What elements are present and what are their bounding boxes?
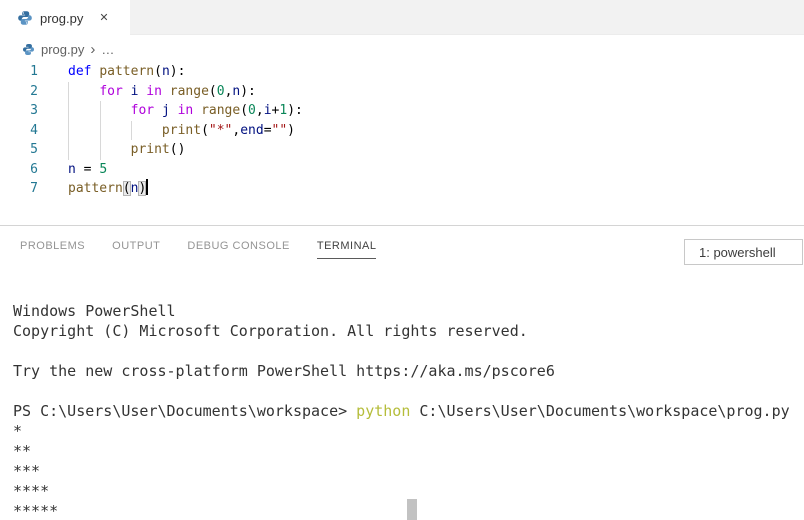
code-line-text: for i in range(0,n): [99, 83, 256, 99]
tab-prog-py[interactable]: prog.py ✕ [0, 0, 130, 36]
terminal-output[interactable]: Windows PowerShell Copyright (C) Microsof… [13, 301, 793, 520]
breadcrumb: prog.py › … [22, 38, 114, 60]
code-line-text: def pattern(n): [68, 64, 186, 79]
terminal-line: PS C:\Users\User\Documents\workspace> py… [13, 402, 790, 420]
code-line[interactable]: 2 for i in range(0,n): [0, 82, 804, 102]
terminal-select-value: 1: powershell [699, 244, 776, 260]
terminal-line: Windows PowerShell [13, 302, 176, 320]
panel-tab-problems[interactable]: PROBLEMS [20, 240, 85, 259]
breadcrumb-file[interactable]: prog.py [41, 42, 84, 57]
breadcrumb-more[interactable]: … [101, 42, 114, 57]
line-number: 6 [30, 161, 38, 177]
indent-guide [131, 120, 132, 140]
panel-tab-output[interactable]: OUTPUT [112, 240, 160, 259]
code-line[interactable]: 3 for j in range(0,i+1): [0, 101, 804, 121]
terminal-line: Copyright (C) Microsoft Corporation. All… [13, 322, 528, 340]
terminal-line: ***** [13, 502, 59, 520]
line-number: 5 [30, 142, 38, 157]
text-cursor [146, 179, 149, 195]
code-editor[interactable]: 1 def pattern(n): 2 for i in range(0,n): 3 … [0, 62, 804, 225]
terminal-line: * [13, 422, 23, 440]
line-number: 7 [30, 181, 38, 196]
code-line-text: print() [130, 142, 186, 157]
code-line-text: print("*",end="") [161, 122, 295, 138]
line-number: 4 [30, 122, 38, 138]
code-line[interactable]: 1 def pattern(n): [0, 62, 804, 82]
code-line[interactable]: 4 print("*",end="") [0, 121, 804, 141]
code-line-text: pattern(n) [68, 179, 149, 196]
indent-guide [100, 101, 101, 160]
code-line-text: for j in range(0,i+1): [130, 103, 303, 118]
editor-tab-bar: prog.py ✕ [0, 0, 804, 36]
close-icon[interactable]: ✕ [99, 12, 108, 24]
panel-tab-debug-console[interactable]: DEBUG CONSOLE [187, 240, 289, 259]
terminal-line: Try the new cross-platform PowerShell ht… [13, 362, 555, 380]
line-number: 3 [30, 103, 38, 118]
line-number: 2 [30, 83, 38, 99]
indent-guide [68, 81, 69, 160]
panel-tab-bar: PROBLEMS OUTPUT DEBUG CONSOLE TERMINAL [20, 240, 377, 259]
vscode-window: prog.py ✕ prog.py › … 1 def pattern(n): 2 … [0, 0, 804, 520]
terminal-select[interactable]: 1: powershell [684, 239, 803, 265]
code-line-text: n = 5 [68, 161, 108, 177]
python-icon [18, 11, 32, 25]
tab-label: prog.py [40, 10, 84, 26]
terminal-line: *** [13, 462, 41, 480]
panel-tab-terminal[interactable]: TERMINAL [316, 240, 377, 259]
code-lines: 1 def pattern(n): 2 for i in range(0,n): 3 … [0, 62, 804, 199]
chevron-right-icon: › [90, 40, 96, 58]
code-line[interactable]: 5 print() [0, 140, 804, 160]
panel-divider [0, 225, 804, 226]
scrollbar-thumb[interactable] [407, 499, 417, 520]
terminal-line: ** [13, 442, 32, 460]
line-number: 1 [30, 64, 38, 79]
code-line[interactable]: 7 pattern(n) [0, 179, 804, 199]
code-line[interactable]: 6 n = 5 [0, 160, 804, 180]
python-icon [22, 43, 35, 55]
terminal-line: **** [13, 482, 50, 500]
